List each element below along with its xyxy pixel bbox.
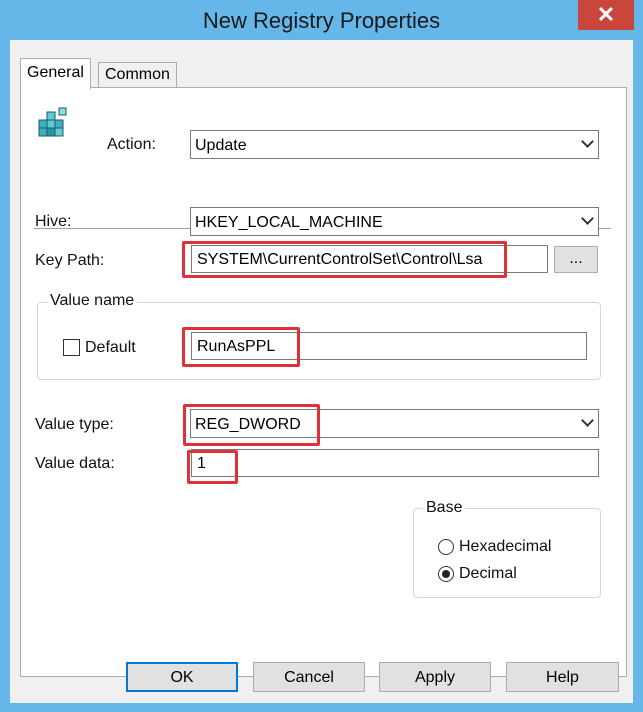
decimal-label: Decimal xyxy=(459,565,517,582)
value-name-group-label: Value name xyxy=(47,292,138,310)
radio-selected-dot xyxy=(442,570,450,578)
ok-button[interactable]: OK xyxy=(126,662,238,692)
chevron-down-icon xyxy=(581,135,594,148)
hive-select[interactable]: HKEY_LOCAL_MACHINE xyxy=(190,207,599,236)
value-data-input[interactable]: 1 xyxy=(191,449,599,477)
apply-button[interactable]: Apply xyxy=(379,662,491,692)
help-button[interactable]: Help xyxy=(506,662,619,692)
default-checkbox[interactable] xyxy=(63,339,80,356)
decimal-radio[interactable] xyxy=(438,566,454,582)
default-label: Default xyxy=(85,339,136,356)
action-select[interactable]: Update xyxy=(190,130,599,159)
hive-label: Hive: xyxy=(35,213,72,230)
value-data-label: Value data: xyxy=(35,455,115,472)
close-button[interactable]: ✕ xyxy=(578,0,634,30)
general-tab-panel: Action: Update Hive: HKEY_LOCAL_MACHINE … xyxy=(20,87,627,677)
action-label: Action: xyxy=(107,136,156,153)
chevron-down-icon xyxy=(581,212,594,225)
value-name-input[interactable]: RunAsPPL xyxy=(191,332,587,360)
tab-general[interactable]: General xyxy=(20,58,91,89)
browse-button[interactable]: ... xyxy=(554,246,598,273)
chevron-down-icon xyxy=(581,414,594,427)
hexadecimal-radio[interactable] xyxy=(438,539,454,555)
base-group-label: Base xyxy=(423,499,466,517)
value-type-value: REG_DWORD xyxy=(195,416,301,433)
key-path-label: Key Path: xyxy=(35,252,105,269)
title-bar: New Registry Properties ✕ xyxy=(0,0,643,40)
action-value: Update xyxy=(195,137,247,154)
key-path-input[interactable]: SYSTEM\CurrentControlSet\Control\Lsa xyxy=(191,245,548,273)
dialog-body: General Common Action: Update Hive: HKEY… xyxy=(10,40,633,703)
value-type-select[interactable]: REG_DWORD xyxy=(190,409,599,438)
cancel-button[interactable]: Cancel xyxy=(253,662,365,692)
registry-icon xyxy=(38,107,67,137)
window-title: New Registry Properties xyxy=(202,8,441,33)
tab-common[interactable]: Common xyxy=(98,62,177,88)
hexadecimal-label: Hexadecimal xyxy=(459,538,552,555)
value-type-label: Value type: xyxy=(35,416,114,433)
hive-value: HKEY_LOCAL_MACHINE xyxy=(195,214,383,231)
